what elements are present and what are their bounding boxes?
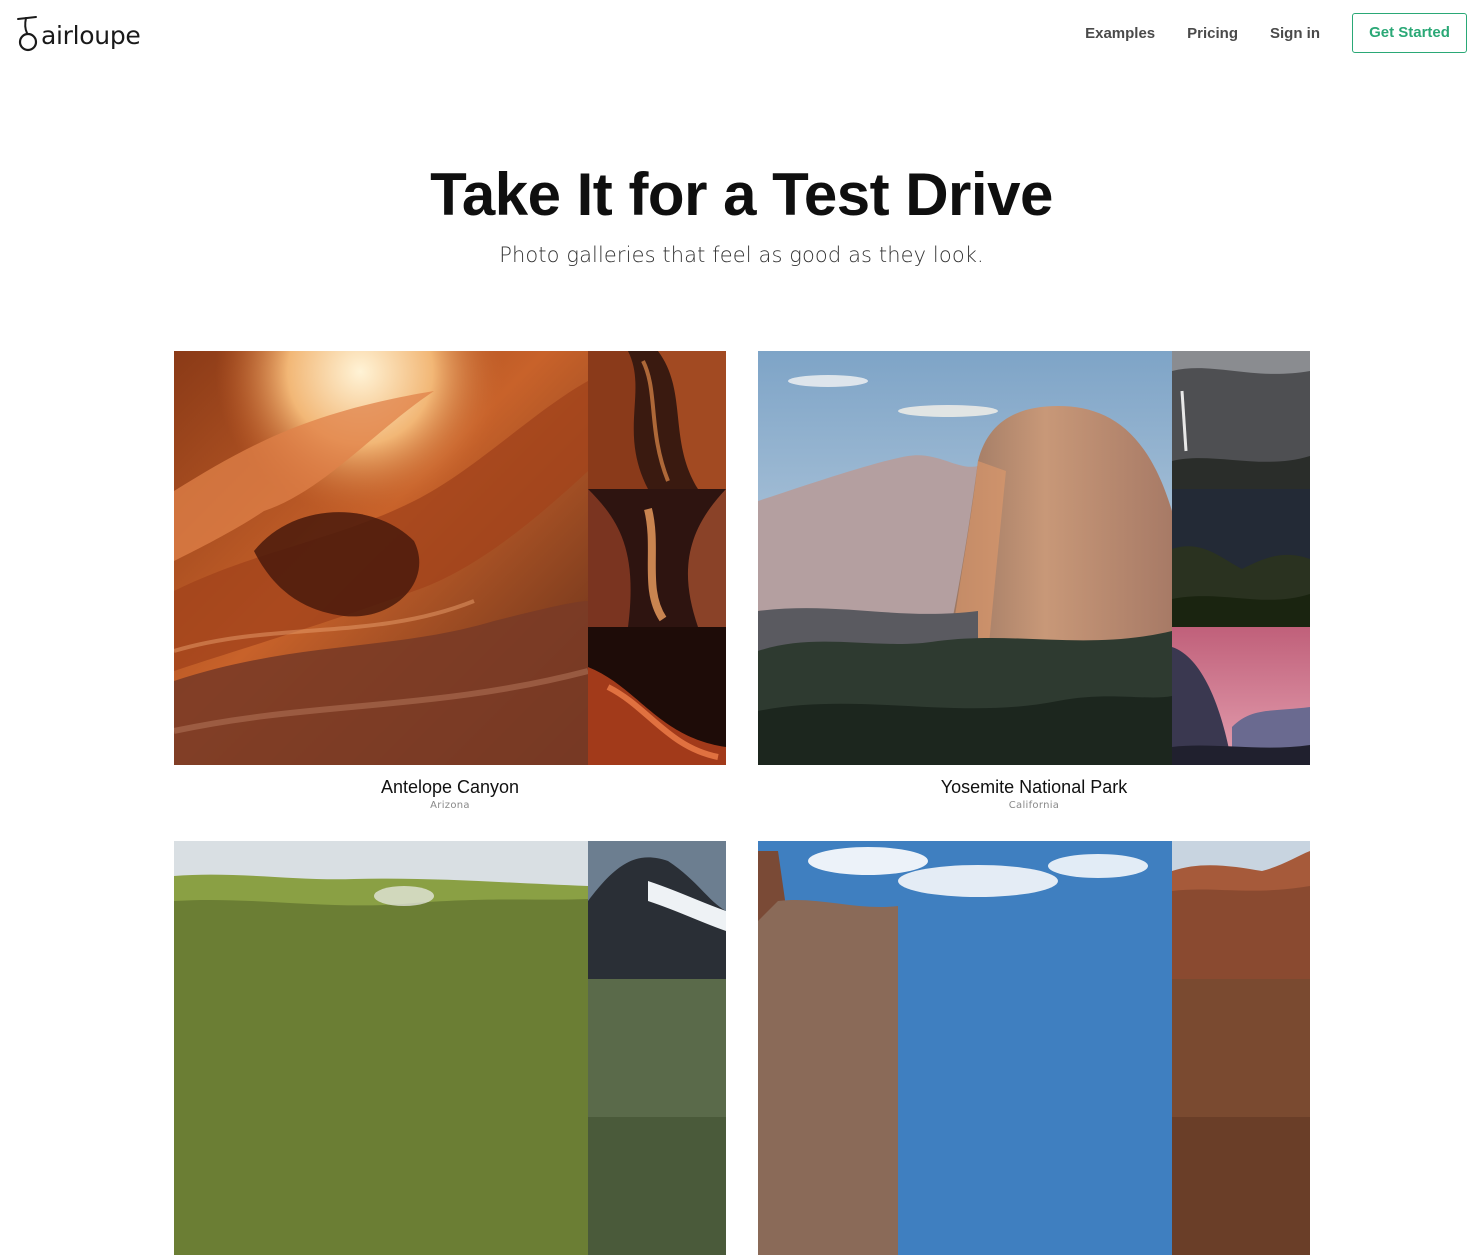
gallery-location: Arizona bbox=[430, 800, 470, 811]
gallery-thumb-photo bbox=[588, 627, 726, 765]
gallery-thumb-photo bbox=[1172, 627, 1310, 765]
gallery-title: Antelope Canyon bbox=[380, 777, 520, 797]
gallery-location: California bbox=[1008, 800, 1060, 811]
top-nav: Examples Pricing Sign in Get Started bbox=[1085, 12, 1467, 54]
gallery-thumb-photo bbox=[588, 979, 726, 1117]
nav-examples[interactable]: Examples bbox=[1085, 25, 1155, 42]
gallery-card-cliffs[interactable] bbox=[758, 841, 1310, 1255]
gallery-card-antelope-canyon[interactable]: Antelope Canyon Arizona bbox=[174, 351, 726, 813]
site-header: airloupe Examples Pricing Sign in Get St… bbox=[0, 0, 1483, 70]
nav-sign-in[interactable]: Sign in bbox=[1270, 25, 1320, 42]
gallery-cover-photo bbox=[174, 351, 588, 765]
gallery-card-hills[interactable] bbox=[174, 841, 726, 1255]
gallery-title: Yosemite National Park bbox=[940, 777, 1128, 797]
brand-logo[interactable]: airloupe bbox=[16, 14, 141, 54]
gallery-thumb-photo bbox=[1172, 489, 1310, 627]
gallery-cover-photo bbox=[758, 841, 1172, 1255]
gallery-thumb-photo bbox=[588, 489, 726, 627]
gallery-thumb-photo bbox=[1172, 351, 1310, 489]
gallery-card-yosemite[interactable]: Yosemite National Park California bbox=[758, 351, 1310, 813]
gallery-mosaic[interactable] bbox=[758, 351, 1310, 765]
nav-pricing[interactable]: Pricing bbox=[1187, 25, 1238, 42]
get-started-button[interactable]: Get Started bbox=[1352, 13, 1467, 53]
page-title: Take It for a Test Drive bbox=[430, 161, 1053, 228]
gallery-thumb-photo bbox=[1172, 841, 1310, 979]
gallery-thumb-photo bbox=[588, 1117, 726, 1255]
brand-name: airloupe bbox=[41, 21, 141, 50]
gallery-mosaic[interactable] bbox=[174, 351, 726, 765]
gallery-cover-photo bbox=[758, 351, 1172, 765]
gallery-thumb-photo bbox=[1172, 1117, 1310, 1255]
gallery-cover-photo bbox=[174, 841, 588, 1255]
logo-mark-icon bbox=[17, 16, 38, 52]
gallery-thumb-photo bbox=[588, 351, 726, 489]
gallery-mosaic[interactable] bbox=[758, 841, 1310, 1255]
gallery-thumb-photo bbox=[588, 841, 726, 979]
page-subtitle: Photo galleries that feel as good as the… bbox=[499, 243, 984, 267]
gallery-thumb-photo bbox=[1172, 979, 1310, 1117]
gallery-mosaic[interactable] bbox=[174, 841, 726, 1255]
